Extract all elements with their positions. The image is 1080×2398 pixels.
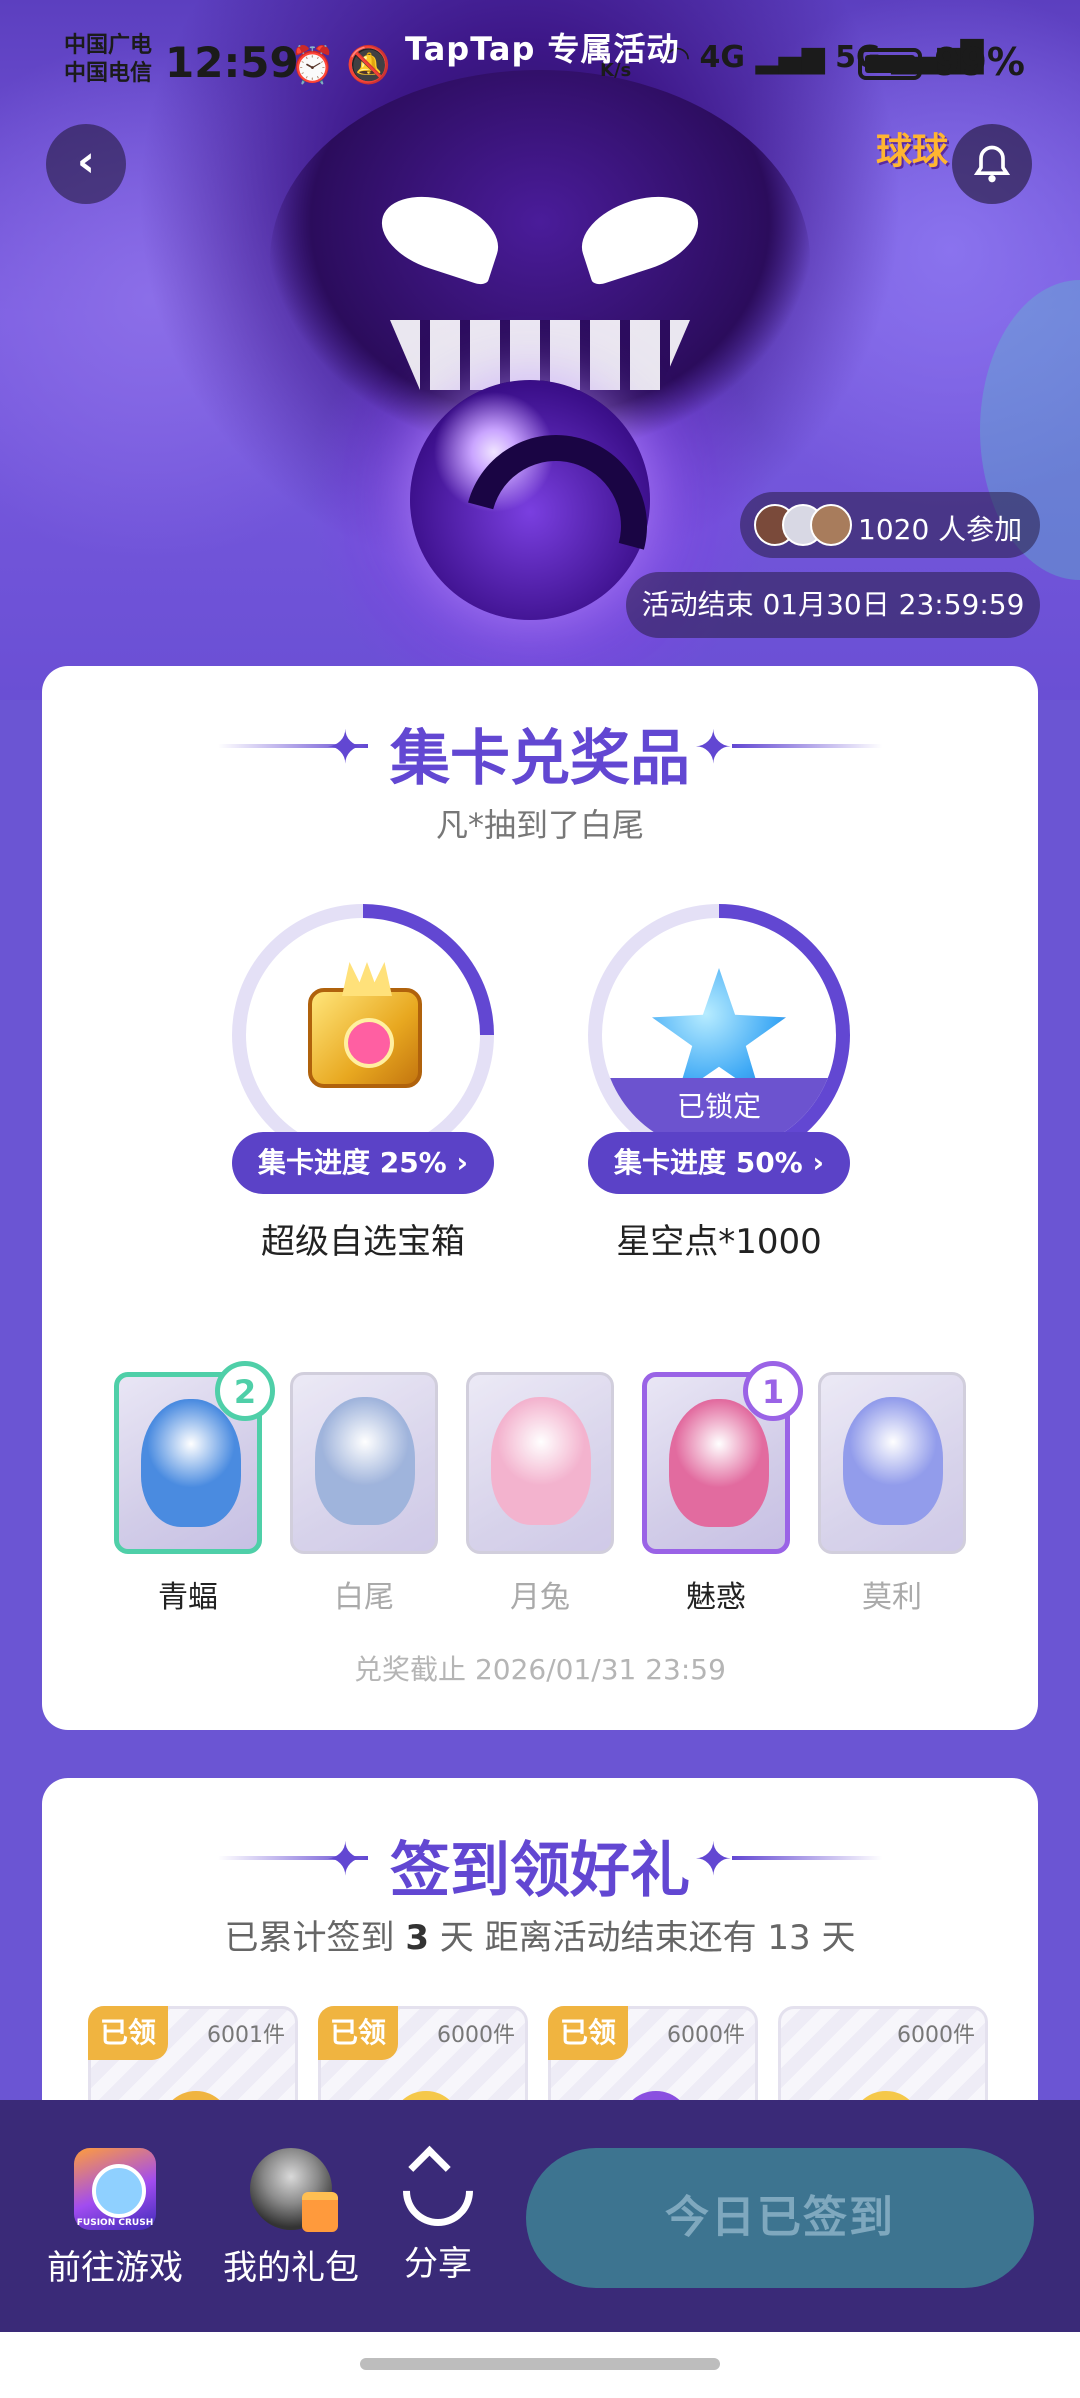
card-frame: [466, 1372, 614, 1554]
card-frame: 1: [642, 1361, 803, 1554]
card-name: 白尾: [334, 1580, 394, 1615]
section-title: 签到领好礼: [390, 1836, 690, 1906]
card-name: 魅惑: [686, 1580, 746, 1615]
event-end-time: 活动结束 01月30日 23:59:59: [626, 572, 1040, 638]
avatar: [810, 504, 852, 546]
orb-artwork: [410, 380, 650, 620]
progress-button[interactable]: 集卡进度 50% ›: [588, 1132, 850, 1194]
card-item[interactable]: 白尾: [290, 1372, 438, 1615]
share-button[interactable]: 分享: [388, 2141, 488, 2285]
stock-count: 6000件: [437, 2023, 515, 2048]
carrier-2: 中国电信: [64, 61, 153, 86]
section-title: 集卡兑奖品: [390, 724, 690, 794]
bell-icon: [973, 145, 1011, 183]
card-name: 莫利: [862, 1580, 922, 1615]
carrier-1: 中国广电: [64, 33, 153, 58]
card-count-badge: 1: [743, 1361, 803, 1421]
prize-item[interactable]: 集卡进度 25% › 超级自选宝箱: [232, 904, 494, 1262]
card-frame: [818, 1372, 966, 1554]
carrier-info: 中国广电 中国电信: [64, 32, 152, 88]
alarm-icon: ⏰: [290, 45, 335, 86]
title-decoration: [732, 1856, 882, 1860]
clock: 12:59: [165, 38, 299, 87]
stock-count: 6001件: [207, 2023, 285, 2048]
character-art: [843, 1397, 943, 1525]
card-item[interactable]: 月兔: [466, 1372, 614, 1615]
participants-count: 1020 人参加: [858, 513, 1023, 546]
signin-suffix: 天 距离活动结束还有 13 天: [428, 1918, 856, 1958]
stock-count: 6000件: [667, 2023, 745, 2048]
go-to-game-button[interactable]: FUSION CRUSH 前往游戏: [40, 2148, 190, 2289]
battery-icon: [858, 48, 922, 80]
stock-count: 6000件: [897, 2023, 975, 2048]
claimed-tag: 已领: [318, 2006, 398, 2060]
prize-name: 超级自选宝箱: [261, 1222, 465, 1262]
game-logo: 球球: [876, 131, 949, 172]
status-icons: ⏰ 🔕: [290, 44, 391, 86]
game-app-icon: FUSION CRUSH: [74, 2148, 156, 2230]
home-indicator[interactable]: [360, 2358, 720, 2370]
signin-days: 3: [405, 1918, 429, 1958]
share-arrow: [408, 2145, 451, 2189]
signin-summary: 已累计签到 3 天 距离活动结束还有 13 天: [42, 1910, 1038, 1959]
card-frame: 2: [114, 1361, 275, 1554]
progress-ring: 已锁定: [588, 904, 850, 1166]
game-icon-label: FUSION CRUSH: [76, 2218, 154, 2228]
prize-image: 已锁定: [602, 918, 836, 1152]
back-button[interactable]: ‹: [46, 124, 126, 204]
character-art: [669, 1399, 769, 1527]
hero-banner: 中国广电 中国电信 12:59 ⏰ 🔕 K/s ◠ 4G ▂▄▆ 5G ▂▄▆█…: [0, 0, 1080, 700]
signal-icon: ▂▄▆: [755, 40, 825, 75]
go-to-game-label: 前往游戏: [47, 2248, 183, 2288]
page-title: TapTap 专属活动: [405, 30, 680, 68]
progress-button[interactable]: 集卡进度 25% ›: [232, 1132, 494, 1194]
chevron-left-icon: ‹: [76, 136, 96, 187]
share-label: 分享: [404, 2244, 472, 2284]
share-icon: [388, 2141, 488, 2241]
bottom-action-bar: FUSION CRUSH 前往游戏 我的礼包 分享 今日已签到: [0, 2100, 1080, 2332]
character-art: [315, 1397, 415, 1525]
signin-prefix: 已累计签到: [224, 1918, 406, 1958]
card-item[interactable]: 2 青蝠: [114, 1361, 275, 1615]
card-item[interactable]: 莫利: [818, 1372, 966, 1615]
character-art: [141, 1399, 241, 1527]
claimed-tag: 已领: [88, 2006, 168, 2060]
ghost-eye: [372, 183, 508, 287]
sparkle-icon: ✦: [694, 1832, 733, 1886]
prize-name: 星空点*1000: [616, 1222, 822, 1262]
redeem-deadline: 兑奖截止 2026/01/31 23:59: [354, 1653, 726, 1686]
draw-ticker: 凡*抽到了白尾: [435, 806, 644, 844]
battery-percent: 99%: [934, 40, 1025, 84]
card-count-badge: 2: [215, 1361, 275, 1421]
participants-badge: 1020 人参加: [740, 492, 1040, 558]
prize-image: [246, 918, 480, 1152]
gift-avatar-icon: [250, 2148, 338, 2232]
signed-in-today-button[interactable]: 今日已签到: [526, 2148, 1034, 2288]
my-gifts-label: 我的礼包: [223, 2248, 359, 2288]
card-name: 月兔: [510, 1580, 570, 1615]
prize-item[interactable]: 已锁定 集卡进度 50% › 星空点*1000: [588, 904, 850, 1262]
notification-button[interactable]: [952, 124, 1032, 204]
sparkle-icon: ✦: [694, 720, 733, 774]
mute-icon: 🔕: [346, 45, 392, 86]
card-item[interactable]: 1 魅惑: [642, 1361, 803, 1615]
claimed-tag: 已领: [548, 2006, 628, 2060]
card-frame: [290, 1372, 438, 1554]
character-art: [491, 1397, 591, 1525]
ghost-eye: [572, 183, 708, 287]
card-name: 青蝠: [158, 1580, 218, 1615]
network-1-label: 4G: [699, 40, 746, 75]
collect-cards-section: ✦ 集卡兑奖品 ✦ 凡*抽到了白尾 集卡进度 25% › 超级自选宝箱 已锁定 …: [42, 666, 1038, 1730]
progress-ring: [232, 904, 494, 1166]
my-gifts-button[interactable]: 我的礼包: [216, 2148, 366, 2289]
title-decoration: [732, 744, 882, 748]
treasure-chest-icon: [308, 988, 422, 1088]
